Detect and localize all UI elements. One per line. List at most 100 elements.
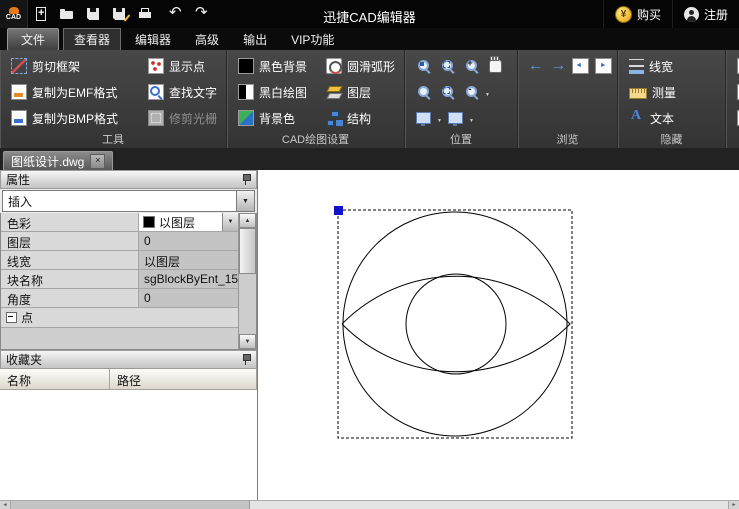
zoom-out-button[interactable] [461, 82, 482, 103]
zoom-previous-button[interactable] [413, 82, 434, 103]
line-width-toggle[interactable]: 线宽 [624, 53, 721, 79]
color-value-combo[interactable]: 以图层 [139, 213, 238, 231]
text-icon [629, 110, 645, 126]
zoom-in-button[interactable] [461, 56, 482, 77]
register-label: 注册 [704, 6, 728, 23]
named-view-button[interactable] [445, 108, 466, 129]
save-icon [85, 6, 101, 22]
show-points-button[interactable]: 显示点 [143, 53, 222, 79]
left-panel: 属性 插入 色彩 以图层 图层 0 [0, 170, 258, 500]
copy-bmp-button[interactable]: 复制为BMP格式 [6, 105, 143, 131]
background-color-button[interactable]: 背景色 [233, 105, 321, 131]
selection-handle[interactable] [334, 206, 343, 215]
lineweight-value[interactable]: 以图层 [139, 251, 238, 269]
pin-icon[interactable] [241, 353, 251, 366]
smooth-arc-button[interactable]: 圆滑弧形 [321, 53, 400, 79]
menu-vip[interactable]: VIP功能 [281, 28, 344, 51]
structure-button[interactable]: 结构 [321, 105, 400, 131]
scroll-left-button[interactable] [0, 501, 11, 509]
cut-frame-button[interactable]: 剪切框架 [6, 53, 143, 79]
color-dropdown-icon[interactable] [222, 213, 238, 231]
viewport-icon [416, 112, 431, 124]
collapse-expander-icon[interactable] [6, 312, 17, 323]
column-header-name[interactable]: 名称 [0, 369, 110, 389]
pin-icon[interactable] [241, 173, 251, 186]
drawing-canvas[interactable] [258, 170, 739, 500]
scrollbar-track[interactable] [239, 274, 256, 334]
pan-button[interactable] [485, 56, 506, 77]
menu-advanced[interactable]: 高级 [185, 28, 229, 51]
property-grid: 色彩 以图层 图层 0 线宽 以图层 块名称 sgB [0, 213, 257, 350]
ribbon-group-hide: 线宽 测量 文本 隐藏 [618, 50, 726, 148]
find-text-label: 查找文字 [169, 84, 217, 101]
zoom-extents-button[interactable] [413, 56, 434, 77]
tab-close-button[interactable]: × [90, 154, 105, 169]
column-header-path[interactable]: 路径 [110, 369, 257, 389]
layers-button[interactable]: 图层 [321, 79, 400, 105]
outer-circle[interactable] [343, 212, 567, 436]
menu-output[interactable]: 输出 [233, 28, 277, 51]
horizontal-scrollbar-track[interactable] [250, 501, 728, 509]
property-group-point[interactable]: 点 [1, 308, 238, 328]
trim-raster-label: 修剪光栅 [169, 110, 217, 127]
scrollbar-thumb[interactable] [239, 228, 256, 274]
properties-scrollbar[interactable] [238, 213, 256, 349]
history-forward-button[interactable] [594, 56, 614, 77]
buy-label: 购买 [637, 6, 661, 23]
print-button[interactable] [132, 2, 158, 26]
buy-button[interactable]: ¥ 购买 [603, 0, 672, 28]
save-button[interactable] [80, 2, 106, 26]
clipped-button-1[interactable] [732, 53, 739, 79]
menu-editor[interactable]: 编辑器 [125, 28, 181, 51]
horizontal-scrollbar-thumb[interactable] [11, 501, 250, 509]
scroll-up-button[interactable] [239, 213, 256, 228]
group-caption-browse: 浏览 [518, 131, 617, 147]
clipped-button-3[interactable] [732, 105, 739, 131]
ribbon: 剪切框架 复制为EMF格式 复制为BMP格式 显示点 [0, 50, 739, 149]
find-text-button[interactable]: 查找文字 [143, 79, 222, 105]
named-view-dropdown-icon[interactable] [469, 111, 474, 125]
angle-value[interactable]: 0 [139, 289, 238, 307]
property-row-layer: 图层 0 [1, 232, 238, 251]
measure-toggle[interactable]: 测量 [624, 79, 721, 105]
scroll-down-button[interactable] [239, 334, 256, 349]
register-button[interactable]: 注册 [672, 0, 739, 28]
back-button[interactable] [526, 56, 546, 77]
scroll-right-button[interactable] [728, 501, 739, 509]
layer-value[interactable]: 0 [139, 232, 238, 250]
open-file-button[interactable] [54, 2, 80, 26]
menu-viewer[interactable]: 查看器 [63, 28, 121, 51]
undo-button[interactable] [164, 2, 190, 26]
lens-arcs[interactable] [342, 276, 570, 371]
property-label: 线宽 [1, 251, 139, 269]
new-file-button[interactable] [28, 2, 54, 26]
horizontal-scrollbar[interactable] [0, 500, 739, 509]
forward-button[interactable] [549, 56, 569, 77]
group-caption-draw-settings: CAD绘图设置 [227, 131, 404, 147]
document-tab[interactable]: 图纸设计.dwg × [3, 151, 113, 170]
save-as-button[interactable] [106, 2, 132, 26]
blockname-value[interactable]: sgBlockByEnt_1598 [139, 270, 238, 288]
favorites-column-headers: 名称 路径 [0, 369, 257, 390]
clipped-button-2[interactable] [732, 79, 739, 105]
viewport-button[interactable] [413, 108, 434, 129]
insert-selector-dropdown-icon[interactable] [236, 191, 254, 211]
insert-selector[interactable]: 插入 [2, 190, 255, 212]
black-background-button[interactable]: 黑色背景 [233, 53, 321, 79]
favorites-list[interactable] [0, 390, 257, 500]
menu-file[interactable]: 文件 [7, 28, 59, 51]
bw-drawing-button[interactable]: 黑白绘图 [233, 79, 321, 105]
zoom-selected-button[interactable] [437, 82, 458, 103]
history-back-button[interactable] [571, 56, 591, 77]
zoom-out-dropdown-icon[interactable] [485, 85, 490, 99]
text-toggle[interactable]: 文本 [624, 105, 721, 131]
copy-emf-button[interactable]: 复制为EMF格式 [6, 79, 143, 105]
ribbon-group-browse: 浏览 [518, 50, 618, 148]
zoom-window-button[interactable] [437, 56, 458, 77]
redo-button[interactable] [190, 2, 216, 26]
viewport-dropdown-icon[interactable] [437, 111, 442, 125]
zoom-window-icon [440, 58, 456, 74]
inner-circle[interactable] [406, 274, 506, 374]
logo-flame-icon [9, 7, 19, 14]
back-arrow-icon [528, 57, 544, 75]
